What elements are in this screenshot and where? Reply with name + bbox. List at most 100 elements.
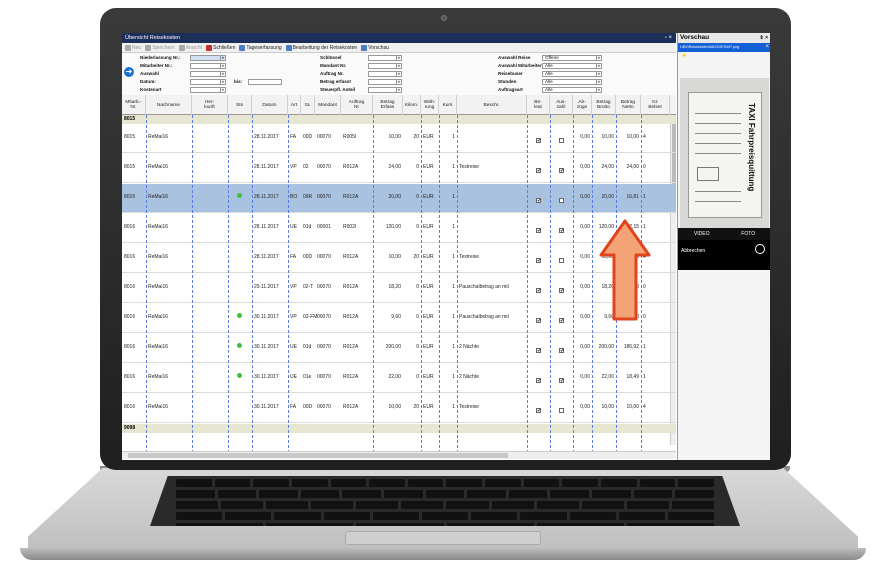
column-header[interactable]: Sts (228, 95, 252, 115)
receipt-checkbox[interactable]: ✔ (536, 408, 541, 414)
daily-entry-button[interactable]: Tageserfassung (239, 44, 282, 51)
new-button[interactable]: Neu (125, 44, 141, 51)
filter-dropdown[interactable]: ▼ (190, 87, 226, 93)
amount: 200,00 (385, 344, 401, 350)
chevron-down-icon[interactable]: ▼ (220, 80, 225, 84)
receipt-checkbox[interactable]: ✔ (536, 348, 541, 354)
filter-dropdown[interactable]: ▼ (368, 71, 402, 77)
chevron-down-icon[interactable]: ▼ (220, 88, 225, 92)
cancel-label[interactable]: Abbrechen (681, 248, 705, 254)
column-header[interactable]: Datum (252, 95, 288, 115)
column-header[interactable]: Betrag Erfass (373, 95, 403, 115)
chevron-down-icon[interactable]: ▼ (396, 88, 401, 92)
chevron-down-icon[interactable]: ▼ (596, 72, 601, 76)
filter-dropdown[interactable]: ▼ (368, 87, 402, 93)
photo-mode-tab[interactable]: FOTO (741, 228, 755, 240)
chevron-down-icon[interactable]: ▼ (396, 72, 401, 76)
filter-dropdown[interactable]: Alle ▼ (542, 79, 602, 85)
chevron-down-icon[interactable]: ▼ (220, 64, 225, 68)
chevron-down-icon[interactable]: ▼ (396, 80, 401, 84)
column-header[interactable]: Betrag Brutto (592, 95, 616, 115)
key: 00D (303, 254, 313, 260)
receipt-checkbox[interactable]: ✔ (536, 228, 541, 234)
filter-dropdown[interactable]: ▼ (368, 55, 402, 61)
receipt-checkbox[interactable]: ✔ (536, 168, 541, 174)
column-header[interactable]: Her-kunft (192, 95, 228, 115)
horizontal-scrollbar[interactable] (122, 451, 676, 459)
chevron-down-icon[interactable]: ▼ (396, 64, 401, 68)
filter-label: Datum: (140, 79, 156, 84)
chevron-down-icon[interactable]: ▼ (596, 64, 601, 68)
column-header[interactable]: Aus-zahl (550, 95, 573, 115)
receipt-checkbox[interactable]: ✔ (536, 288, 541, 294)
chevron-down-icon[interactable]: ▼ (220, 72, 225, 76)
payout-checkbox[interactable] (559, 138, 564, 143)
receipt-photo: TAXI Fahrpreisquittung (680, 78, 769, 228)
column-header[interactable]: Auftrag Nr (341, 95, 373, 115)
filter-dropdown[interactable]: ▼ (190, 79, 226, 85)
receipt-checkbox[interactable]: ✔ (536, 138, 541, 144)
preview-button[interactable]: Vorschau (361, 44, 389, 51)
keyboard-key (401, 501, 444, 509)
column-header[interactable]: Betrag Netto (616, 95, 641, 115)
column-header[interactable]: Kurs (439, 95, 457, 115)
chevron-down-icon[interactable]: ▼ (396, 56, 401, 60)
payout-checkbox[interactable]: ✔ (559, 318, 564, 324)
column-header[interactable]: Beschr. (457, 95, 527, 115)
nav-arrow-icon[interactable]: ➜ (124, 67, 134, 77)
date: 28.11.2017 (254, 164, 279, 170)
chevron-down-icon[interactable]: ▼ (220, 56, 225, 60)
shutter-icon[interactable] (755, 244, 765, 254)
filter-label: Auftragsart (498, 87, 523, 92)
edit-expenses-button[interactable]: Bearbeitung der Reisekosten (285, 44, 357, 51)
receipt-checkbox[interactable]: ✔ (536, 378, 541, 384)
horizontal-scroll-thumb[interactable] (128, 453, 508, 458)
date-to-input[interactable] (248, 79, 282, 85)
video-mode-tab[interactable]: VIDEO (694, 228, 710, 240)
payout-checkbox[interactable] (559, 198, 564, 203)
column-header[interactable]: Mandant (315, 95, 341, 115)
column-header[interactable]: Kilom. (403, 95, 421, 115)
receipt-checkbox[interactable]: ✔ (536, 318, 541, 324)
filter-dropdown[interactable]: ▼ (368, 79, 402, 85)
last-name: ReMai16 (148, 134, 169, 140)
payout-checkbox[interactable]: ✔ (559, 348, 564, 354)
filter-dropdown[interactable]: Alle ▼ (542, 71, 602, 77)
keyboard-key (421, 512, 469, 520)
payout-checkbox[interactable]: ✔ (559, 288, 564, 294)
payout-checkbox[interactable]: ✔ (559, 228, 564, 234)
filter-dropdown[interactable]: Alle ▼ (542, 63, 602, 69)
payout-checkbox[interactable]: ✔ (559, 378, 564, 384)
keyboard-key (467, 490, 506, 498)
payout-checkbox[interactable] (559, 408, 564, 413)
column-header[interactable]: Nachname (146, 95, 192, 115)
filter-dropdown[interactable]: ▼ (190, 71, 226, 77)
column-header[interactable]: Art (288, 95, 301, 115)
preview-close-icon[interactable]: × (765, 43, 769, 52)
filter-dropdown[interactable]: Alle ▼ (542, 87, 602, 93)
receipt-checkbox[interactable]: ✔ (536, 198, 541, 204)
preview-controls[interactable]: ⇕ × (760, 33, 769, 43)
chevron-down-icon[interactable]: ▼ (596, 80, 601, 84)
close-button[interactable]: Schließen (206, 44, 235, 51)
save-button[interactable]: Speichern (145, 44, 175, 51)
chevron-down-icon[interactable]: ▼ (596, 88, 601, 92)
column-header[interactable]: SL (301, 95, 315, 115)
window-controls[interactable]: ▫ × (665, 33, 672, 43)
filter-dropdown[interactable]: ▼ (190, 55, 226, 61)
payout-checkbox[interactable] (559, 258, 564, 263)
column-header[interactable]: Kz Belset (641, 95, 670, 115)
column-header[interactable]: Wäh-rung (421, 95, 439, 115)
chevron-down-icon[interactable]: ▼ (596, 56, 601, 60)
column-header[interactable]: Ab-züge (573, 95, 592, 115)
filter-dropdown[interactable]: ▼ (368, 63, 402, 69)
receipt-checkbox[interactable]: ✔ (536, 258, 541, 264)
view-button[interactable]: Ansicht (178, 44, 202, 51)
filter-dropdown[interactable]: Offene ▼ (542, 55, 602, 61)
filter-dropdown[interactable]: ▼ (190, 63, 226, 69)
payout-checkbox[interactable]: ✔ (559, 168, 564, 174)
column-header[interactable]: Be-leat (527, 95, 550, 115)
column-header[interactable]: Mitarb.- Nr. (122, 95, 146, 115)
preview-file-tab[interactable]: I:\BV\Reisekosten\A8131570497.png × (678, 43, 770, 52)
preview-tool-icon[interactable]: ⚡ (678, 52, 770, 61)
